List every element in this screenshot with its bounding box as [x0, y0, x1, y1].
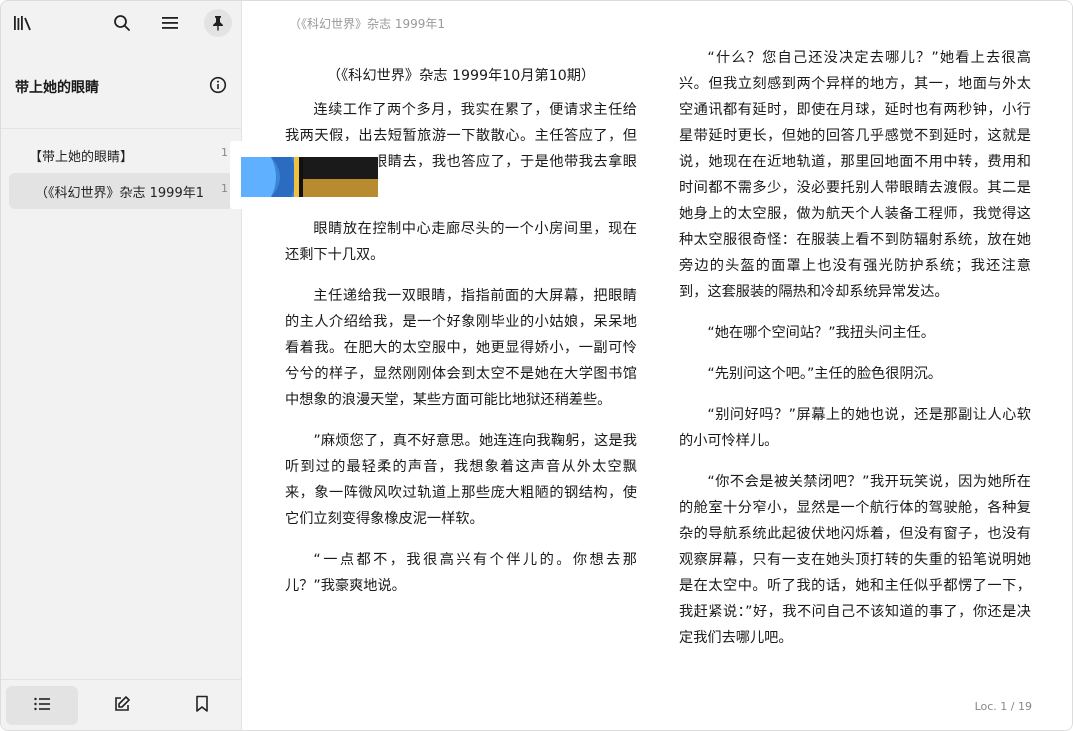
sidebar-toolbar: [1, 1, 242, 47]
running-header: （《科幻世界》杂志 1999年1: [289, 17, 445, 31]
book-header: 带上她的眼睛: [1, 61, 242, 113]
paragraph: 主任递给我一双眼睛，指指前面的大屏幕，把眼睛的主人介绍给我，是一个好象刚毕业的小…: [285, 288, 637, 408]
toc-item-label: （《科幻世界》杂志 1999年1: [35, 186, 204, 201]
bookmark-icon: [195, 695, 209, 717]
paragraph: “一点都不，我很高兴有个伴儿的。你想去那儿？”我豪爽地说。: [285, 552, 637, 594]
info-icon: [209, 76, 227, 98]
divider: [1, 128, 242, 129]
toc-item-label: 【带上她的眼睛】: [29, 150, 134, 165]
book-info-button[interactable]: [206, 75, 230, 99]
paragraph: “别问好吗？”屏幕上的她也说，还是那副让人心软的小可怜样儿。: [679, 407, 1031, 449]
edit-icon: [113, 695, 131, 717]
paragraph: “她在哪个空间站？”我扭头问主任。: [707, 325, 935, 341]
sidebar-bottom-bar: [1, 679, 242, 730]
toc-item-current[interactable]: （《科幻世界》杂志 1999年1 1: [9, 173, 234, 209]
drag-preview: [230, 141, 378, 209]
drag-preview-thumbnail: [241, 157, 378, 197]
paragraph: “先别问这个吧。”主任的脸色很阴沉。: [707, 366, 942, 382]
library-button[interactable]: [9, 9, 37, 37]
library-icon: [13, 14, 33, 32]
paragraph: ”麻烦您了，真不好意思。她连连向我鞠躬，这是我听到过的最轻柔的声音，我想象着这声…: [285, 433, 637, 527]
toc-item-chapter[interactable]: 【带上她的眼睛】 1: [9, 137, 234, 173]
sidebar: 带上她的眼睛 【带上她的眼睛】 1 （《科幻世界》杂志 1999年1 1: [1, 1, 242, 730]
annotations-tab-button[interactable]: [86, 686, 158, 725]
pin-icon: [211, 15, 225, 31]
table-of-contents: 【带上她的眼睛】 1 （《科幻世界》杂志 1999年1 1: [1, 137, 242, 209]
app-window: 带上她的眼睛 【带上她的眼睛】 1 （《科幻世界》杂志 1999年1 1 （《科…: [0, 0, 1073, 731]
reader-view[interactable]: （《科幻世界》杂志 1999年1 （《科幻世界》杂志 1999年10月第10期）…: [242, 1, 1072, 730]
list-icon: [33, 696, 51, 715]
section-heading: （《科幻世界》杂志 1999年10月第10期）: [326, 68, 596, 84]
bookmarks-tab-button[interactable]: [166, 686, 238, 725]
toc-item-page: 1: [221, 182, 228, 195]
location-indicator: Loc. 1 / 19: [974, 700, 1032, 713]
search-button[interactable]: [108, 9, 136, 37]
toc-item-page: 1: [221, 146, 228, 159]
toc-tab-button[interactable]: [6, 686, 78, 725]
search-icon: [113, 14, 131, 32]
paragraph: “你不会是被关禁闭吧？”我开玩笑说，因为她所在的舱室十分窄小，显然是一个航行体的…: [679, 474, 1031, 646]
pin-sidebar-button[interactable]: [204, 9, 232, 37]
menu-button[interactable]: [156, 9, 184, 37]
book-title: 带上她的眼睛: [15, 80, 99, 96]
menu-icon: [161, 16, 179, 30]
paragraph: 眼睛放在控制中心走廊尽头的一个小房间里，现在还剩下十几双。: [285, 221, 637, 263]
paragraph: “什么？您自己还没决定去哪儿？”她看上去很高兴。但我立刻感到两个异样的地方，其一…: [679, 50, 1031, 300]
page-column-right: “什么？您自己还没决定去哪儿？”她看上去很高兴。但我立刻感到两个异样的地方，其一…: [679, 45, 1031, 666]
